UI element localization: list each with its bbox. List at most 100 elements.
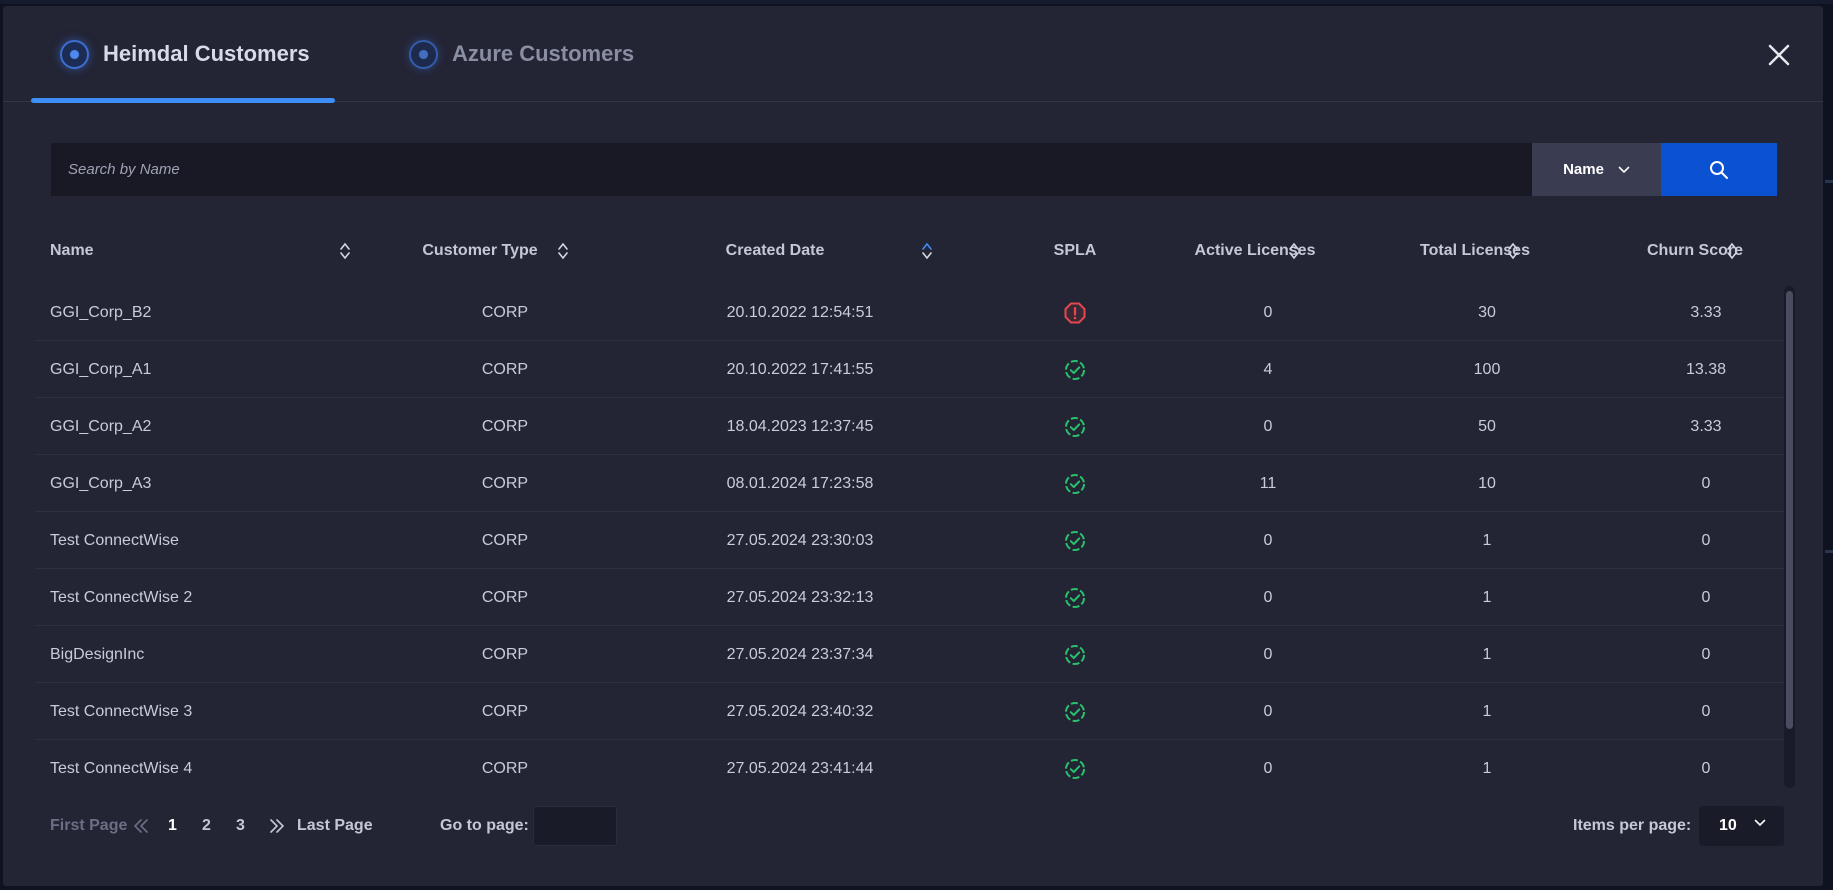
items-per-page-value: 10 bbox=[1719, 817, 1737, 834]
go-to-page-input[interactable] bbox=[533, 806, 617, 846]
radio-dot-icon bbox=[409, 39, 438, 69]
sort-icon[interactable] bbox=[1288, 241, 1300, 261]
column-header-active-licenses[interactable]: Active Licenses bbox=[1155, 231, 1355, 271]
cell-total-licenses: 50 bbox=[1478, 417, 1496, 435]
page-number-3[interactable]: 3 bbox=[236, 806, 245, 846]
column-header-spla[interactable]: SPLA bbox=[1035, 231, 1115, 271]
cell-total-licenses: 1 bbox=[1482, 645, 1492, 663]
cell-churn-score: 0 bbox=[1701, 588, 1711, 606]
cell-spla bbox=[1035, 284, 1115, 341]
cell-churn-score: 13.38 bbox=[1685, 360, 1727, 378]
table-row[interactable]: GGI_Corp_B2 CORP 20.10.2022 12:54:51 0 30 3.3… bbox=[35, 284, 1785, 341]
cell-created-date: 20.10.2022 12:54:51 bbox=[726, 303, 874, 321]
cell-customer-type: CORP bbox=[481, 645, 529, 663]
cell-active-licenses: 4 bbox=[1263, 360, 1273, 378]
radio-dot-icon bbox=[60, 39, 89, 69]
cell-created-date: 27.05.2024 23:32:13 bbox=[726, 588, 874, 606]
cell-name: Test ConnectWise bbox=[50, 531, 179, 549]
items-per-page-select[interactable]: 10 bbox=[1699, 806, 1784, 846]
cell-spla bbox=[1035, 455, 1115, 512]
cell-spla bbox=[1035, 512, 1115, 569]
cell-created-date: 08.01.2024 17:23:58 bbox=[726, 474, 874, 492]
next-page-button[interactable] bbox=[269, 806, 285, 846]
double-chevron-right-icon bbox=[270, 819, 285, 833]
column-header-churn-score[interactable]: Churn Score bbox=[1595, 231, 1795, 271]
sort-icon[interactable] bbox=[557, 241, 569, 261]
cell-spla bbox=[1035, 683, 1115, 740]
table-row[interactable]: GGI_Corp_A3 CORP 08.01.2024 17:23:58 11 10 0 bbox=[35, 455, 1785, 512]
chevron-down-icon bbox=[1754, 819, 1766, 827]
backdrop-line bbox=[1825, 550, 1833, 553]
go-to-page-label: Go to page: bbox=[440, 817, 529, 834]
cell-spla bbox=[1035, 740, 1115, 784]
cell-created-date: 27.05.2024 23:41:44 bbox=[726, 759, 874, 777]
active-tab-indicator bbox=[31, 98, 335, 103]
check-circle-icon bbox=[1064, 473, 1086, 495]
search-input[interactable] bbox=[51, 143, 1532, 196]
search-button[interactable] bbox=[1661, 143, 1777, 196]
tab-label: Azure Customers bbox=[452, 41, 635, 66]
table-row[interactable]: Test ConnectWise CORP 27.05.2024 23:30:03 0… bbox=[35, 512, 1785, 569]
table-row[interactable]: GGI_Corp_A2 CORP 18.04.2023 12:37:45 0 50 3.3… bbox=[35, 398, 1785, 455]
cell-churn-score: 0 bbox=[1701, 474, 1711, 492]
cell-name: GGI_Corp_B2 bbox=[50, 303, 152, 321]
cell-name: Test ConnectWise 3 bbox=[50, 702, 193, 720]
last-page-link[interactable]: Last Page bbox=[297, 806, 373, 846]
cell-created-date: 27.05.2024 23:30:03 bbox=[726, 531, 874, 549]
check-circle-icon bbox=[1064, 359, 1086, 381]
tab-heimdal-customers[interactable]: Heimdal Customers bbox=[60, 6, 310, 102]
page-number-2[interactable]: 2 bbox=[202, 806, 211, 846]
cell-customer-type: CORP bbox=[481, 702, 529, 720]
cell-created-date: 18.04.2023 12:37:45 bbox=[726, 417, 874, 435]
search-bar: Name bbox=[51, 143, 1777, 196]
close-button[interactable] bbox=[1764, 40, 1794, 70]
cell-customer-type: CORP bbox=[481, 759, 529, 777]
cell-customer-type: CORP bbox=[481, 588, 529, 606]
sort-icon[interactable] bbox=[339, 241, 351, 261]
table-scrollbar[interactable] bbox=[1784, 286, 1795, 788]
check-circle-icon bbox=[1064, 644, 1086, 666]
column-header-created-date[interactable]: Created Date bbox=[685, 231, 865, 271]
scrollbar-thumb[interactable] bbox=[1786, 291, 1793, 729]
cell-customer-type: CORP bbox=[481, 303, 529, 321]
cell-name: GGI_Corp_A2 bbox=[50, 417, 152, 435]
cell-active-licenses: 0 bbox=[1263, 702, 1273, 720]
tab-azure-customers[interactable]: Azure Customers bbox=[409, 6, 634, 102]
column-header-total-licenses[interactable]: Total Licenses bbox=[1375, 231, 1575, 271]
table-row[interactable]: BigDesignInc CORP 27.05.2024 23:37:34 0 1 0 bbox=[35, 626, 1785, 683]
table-row[interactable]: Test ConnectWise 3 CORP 27.05.2024 23:40:3… bbox=[35, 683, 1785, 740]
cell-churn-score: 3.33 bbox=[1690, 417, 1722, 435]
cell-active-licenses: 0 bbox=[1263, 531, 1273, 549]
table-row[interactable]: Test ConnectWise 4 CORP 27.05.2024 23:41:4… bbox=[35, 740, 1785, 784]
previous-page-button[interactable] bbox=[133, 806, 149, 846]
check-circle-icon bbox=[1064, 530, 1086, 552]
cell-created-date: 20.10.2022 17:41:55 bbox=[726, 360, 874, 378]
sort-icon[interactable] bbox=[921, 241, 933, 261]
cell-active-licenses: 11 bbox=[1259, 474, 1277, 492]
sort-icon[interactable] bbox=[1726, 241, 1738, 261]
search-field-select[interactable]: Name bbox=[1532, 143, 1661, 196]
table-row[interactable]: Test ConnectWise 2 CORP 27.05.2024 23:32:1… bbox=[35, 569, 1785, 626]
alert-octagon-icon bbox=[1064, 302, 1086, 324]
check-circle-icon bbox=[1064, 758, 1086, 780]
cell-name: GGI_Corp_A1 bbox=[50, 360, 152, 378]
cell-customer-type: CORP bbox=[481, 360, 529, 378]
page-number-1[interactable]: 1 bbox=[168, 806, 177, 846]
sort-icon[interactable] bbox=[1507, 241, 1519, 261]
cell-active-licenses: 0 bbox=[1263, 759, 1273, 777]
cell-churn-score: 0 bbox=[1701, 702, 1711, 720]
cell-active-licenses: 0 bbox=[1263, 588, 1273, 606]
table-row[interactable]: GGI_Corp_A1 CORP 20.10.2022 17:41:55 4 100 13… bbox=[35, 341, 1785, 398]
first-page-link[interactable]: First Page bbox=[50, 806, 127, 846]
double-chevron-left-icon bbox=[133, 819, 148, 833]
column-header-customer-type[interactable]: Customer Type bbox=[405, 231, 555, 271]
cell-customer-type: CORP bbox=[481, 417, 529, 435]
cell-churn-score: 0 bbox=[1701, 531, 1711, 549]
cell-active-licenses: 0 bbox=[1263, 645, 1273, 663]
search-field-value: Name bbox=[1563, 161, 1604, 178]
search-icon bbox=[1710, 160, 1728, 179]
close-icon bbox=[1768, 44, 1790, 66]
check-circle-icon bbox=[1064, 701, 1086, 723]
backdrop-top bbox=[0, 0, 1833, 4]
column-header-name[interactable]: Name bbox=[50, 231, 250, 271]
